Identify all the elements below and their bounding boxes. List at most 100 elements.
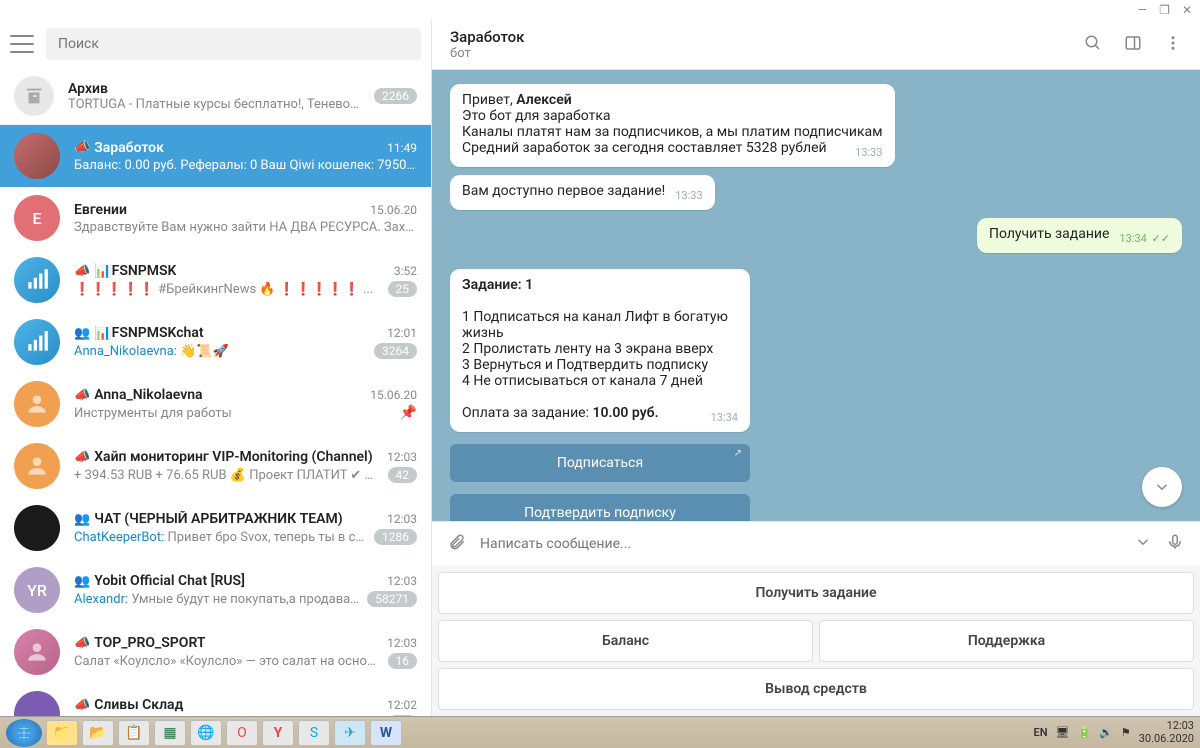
inline-button-confirm[interactable]: Подтвердить подписку <box>450 494 750 521</box>
chat-list-item[interactable]: ЕЕвгении15.06.20Здравствуйте Вам нужно з… <box>0 187 431 249</box>
start-button[interactable] <box>6 719 42 747</box>
chat-list-item[interactable]: 📣📊FSNPMSK 3:52 ❗❗❗❗❗ #БрейкингNews 🔥 ❗❗❗❗❗… <box>0 249 431 311</box>
attach-icon[interactable] <box>448 532 466 556</box>
taskbar: 📁 📂 📋 ▦ 🌐 O Y S ✈ W EN 🖥 🔋 🔊 ⚑ 12:03 30.… <box>0 716 1200 748</box>
keyboard-button-withdraw[interactable]: Вывод средств <box>438 668 1194 710</box>
avatar: Е <box>14 195 60 241</box>
chat-item-subtitle: Баланс: 0.00 руб. Рефералы: 0 Ваш Qiwi к… <box>74 158 417 173</box>
chat-item-title: 📣📊FSNPMSK <box>74 263 176 279</box>
bot-keyboard: Получить задание Баланс Поддержка Вывод … <box>432 566 1200 716</box>
chat-header-title: Заработок <box>450 28 524 46</box>
chat-item-subtitle: ❗❗❗❗❗ #БрейкингNews 🔥 ❗❗❗❗❗ ... <box>74 282 382 297</box>
chat-item-time: 12:03 <box>387 450 417 464</box>
chat-panel: Заработок бот Привет, Алексей Это бот дл… <box>432 20 1200 716</box>
taskbar-app-totalcmd[interactable]: 📁 <box>46 720 78 746</box>
keyboard-button-get-task[interactable]: Получить задание <box>438 572 1194 614</box>
group-icon: 👥 <box>74 326 90 341</box>
taskbar-app-explorer[interactable]: 📂 <box>82 720 114 746</box>
message-time: 13:34 <box>711 411 738 424</box>
archive-badge: 2266 <box>374 88 417 104</box>
message-time: 13:33 <box>855 146 882 159</box>
chat-item-time: 15.06.20 <box>370 388 417 402</box>
message-input-row <box>432 521 1200 566</box>
inline-button-subscribe[interactable]: Подписаться ↗ <box>450 444 750 482</box>
chat-item-subtitle: Инструменты для работы <box>74 406 394 421</box>
chat-item-title: 📣Anna_Nikolaevna <box>74 387 203 403</box>
chat-list-item[interactable]: 📣TOP_PRO_SPORT12:03Салат «Коулсло» «Коул… <box>0 621 431 683</box>
message-input[interactable] <box>480 536 1120 552</box>
chat-list-item[interactable]: 📣Сливы Склад12:02Фотография. Автор: Мари… <box>0 683 431 716</box>
chat-list-item[interactable]: 📣Anna_Nikolaevna 15.06.20 Инструменты для … <box>0 373 431 435</box>
taskbar-app-notepad[interactable]: 📋 <box>118 720 150 746</box>
avatar <box>14 691 60 716</box>
chat-list-item[interactable]: 📣Хайп мониторинг VIP-Monitoring (Channel… <box>0 435 431 497</box>
chat-list-item[interactable]: 👥📊FSNPMSKchat12:01Anna_Nikolaevna: 👋📜🚀32… <box>0 311 431 373</box>
archive-icon <box>14 76 54 116</box>
unread-badge: 1286 <box>374 529 417 545</box>
pin-icon: 📌 <box>400 405 417 421</box>
message-incoming: Задание: 1 1 Подписаться на канал Лифт в… <box>450 269 750 432</box>
search-icon[interactable] <box>1084 34 1102 56</box>
taskbar-language[interactable]: EN <box>1033 726 1047 739</box>
taskbar-app-opera[interactable]: O <box>226 720 258 746</box>
chat-item-subtitle: Alexandr: Умные будут не покупать,а прод… <box>74 592 361 607</box>
read-checks-icon: ✓✓ <box>1152 232 1170 245</box>
chat-item-title: 📣Заработок <box>74 140 164 156</box>
message-incoming: Вам доступно первое задание! 13:33 <box>450 175 715 210</box>
taskbar-app-yandex[interactable]: Y <box>262 720 294 746</box>
tray-icon[interactable]: 🔊 <box>1099 726 1113 739</box>
sidebar: Архив TORTUGA - Платные курсы бесплатно!… <box>0 20 432 716</box>
taskbar-app-excel[interactable]: ▦ <box>154 720 186 746</box>
menu-icon[interactable] <box>10 35 34 53</box>
chat-item-title: Евгении <box>74 202 127 218</box>
group-icon: 👥 <box>74 512 90 527</box>
tray-icon[interactable]: 🖥 <box>1055 726 1069 739</box>
chat-list-item[interactable]: 📣Заработок11:49Баланс: 0.00 руб. Реферал… <box>0 125 431 187</box>
chat-item-time: 12:03 <box>387 512 417 526</box>
chat-item-time: 12:03 <box>387 574 417 588</box>
channel-icon: 📣 <box>74 140 90 155</box>
chat-item-subtitle: Здравствуйте Вам нужно зайти НА ДВА РЕСУ… <box>74 220 417 235</box>
keyboard-button-balance[interactable]: Баланс <box>438 620 813 662</box>
tray-icon[interactable]: ⚑ <box>1121 726 1131 739</box>
chat-header-subtitle: бот <box>450 46 524 61</box>
unread-badge: 16 <box>388 653 418 669</box>
window-controls: — ❐ ✕ <box>0 0 1200 20</box>
message-time: 13:33 <box>675 189 702 202</box>
tray-icon[interactable]: 🔋 <box>1077 726 1091 739</box>
avatar <box>14 443 60 489</box>
archive-row[interactable]: Архив TORTUGA - Платные курсы бесплатно!… <box>0 68 431 125</box>
chat-item-title: 📣Хайп мониторинг VIP-Monitoring (Channel… <box>74 449 373 465</box>
channel-icon: 📣 <box>74 636 90 651</box>
sidebar-toggle-icon[interactable] <box>1124 34 1142 56</box>
chat-item-title: 📣TOP_PRO_SPORT <box>74 635 206 651</box>
scroll-down-button[interactable] <box>1142 467 1182 507</box>
taskbar-app-skype[interactable]: S <box>298 720 330 746</box>
keyboard-button-support[interactable]: Поддержка <box>819 620 1194 662</box>
maximize-button[interactable]: ❐ <box>1159 3 1170 17</box>
chat-item-time: 12:03 <box>387 636 417 650</box>
chat-item-subtitle: ChatKeeperBot: Привет бро Svox, теперь т… <box>74 530 368 545</box>
channel-icon: 📣 <box>74 264 90 279</box>
taskbar-app-telegram[interactable]: ✈ <box>334 720 366 746</box>
close-button[interactable]: ✕ <box>1182 3 1192 17</box>
chat-list: 📣Заработок11:49Баланс: 0.00 руб. Реферал… <box>0 125 431 716</box>
taskbar-app-chrome[interactable]: 🌐 <box>190 720 222 746</box>
chat-list-item[interactable]: YR👥Yobit Official Chat [RUS]12:03Alexand… <box>0 559 431 621</box>
chat-item-time: 12:02 <box>387 698 417 712</box>
chat-item-subtitle: Anna_Nikolaevna: 👋📜🚀 <box>74 344 368 359</box>
message-time: 13:34 ✓✓ <box>1119 232 1170 245</box>
microphone-icon[interactable] <box>1166 533 1184 555</box>
more-icon[interactable] <box>1164 34 1182 56</box>
avatar <box>14 133 60 179</box>
command-menu-icon[interactable] <box>1134 533 1152 555</box>
minimize-button[interactable]: — <box>1138 3 1147 17</box>
unread-badge: 3264 <box>374 343 417 359</box>
taskbar-clock[interactable]: 12:03 30.06.2020 <box>1139 720 1194 744</box>
archive-title: Архив <box>68 81 360 97</box>
chat-list-item[interactable]: 👥ЧАТ (ЧЕРНЫЙ АРБИТРАЖНИК TEAM)12:03ChatK… <box>0 497 431 559</box>
taskbar-app-word[interactable]: W <box>370 720 402 746</box>
chat-item-time: 3:52 <box>394 264 417 278</box>
search-input[interactable] <box>46 28 421 60</box>
chat-item-title: 👥📊FSNPMSKchat <box>74 325 204 341</box>
